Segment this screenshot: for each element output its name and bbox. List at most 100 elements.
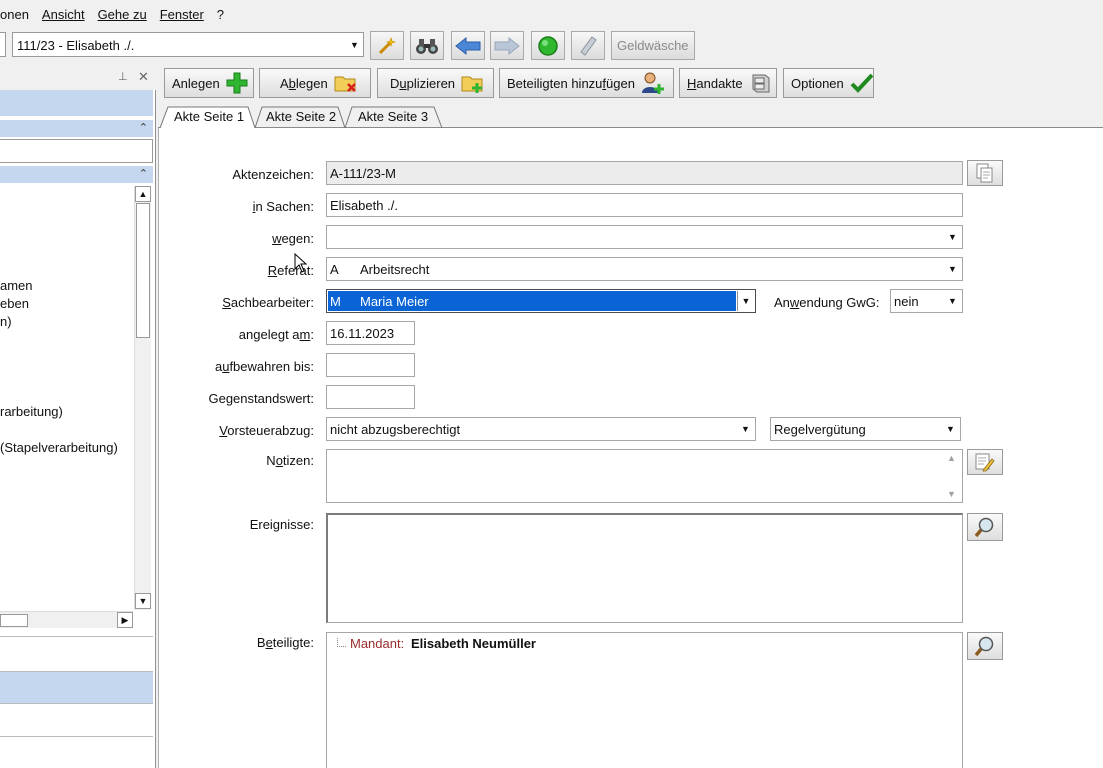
collapse-icon[interactable]: ⌃ bbox=[139, 121, 148, 134]
gwg-dropdown[interactable]: nein ▼ bbox=[890, 289, 963, 313]
anlegen-label: Anlegen bbox=[172, 75, 220, 91]
case-selector[interactable] bbox=[0, 32, 6, 57]
green-circle-icon bbox=[538, 35, 558, 56]
phone-icon bbox=[580, 35, 597, 56]
menu-item-optionen[interactable]: onen bbox=[0, 7, 29, 22]
phone-button[interactable] bbox=[571, 31, 605, 60]
arrow-right-icon bbox=[494, 36, 520, 55]
back-button[interactable] bbox=[451, 31, 485, 60]
chevron-down-icon[interactable]: ▼ bbox=[942, 419, 959, 439]
tab-akte-seite-2[interactable]: Akte Seite 2 bbox=[266, 104, 336, 128]
close-icon[interactable]: ✕ bbox=[138, 69, 149, 85]
geldwaesche-button[interactable]: Geldwäsche bbox=[611, 31, 695, 60]
pin-icon[interactable]: ⊥ bbox=[118, 70, 128, 83]
ereignisse-search-button[interactable] bbox=[967, 513, 1003, 541]
search-binoculars-button[interactable] bbox=[410, 31, 444, 60]
beteiligte-label: Beteiligte: bbox=[256, 635, 314, 650]
selected-item-band[interactable] bbox=[0, 672, 153, 703]
notizen-textarea[interactable]: ▲ ▼ bbox=[326, 449, 963, 503]
list-item[interactable]: n) bbox=[0, 314, 12, 329]
vertical-scrollbar[interactable]: ▲ ▼ bbox=[134, 186, 151, 610]
divider bbox=[0, 736, 153, 737]
tree-connector bbox=[337, 638, 346, 647]
ablegen-button[interactable]: Ablegen bbox=[259, 68, 371, 98]
optionen-button[interactable]: Optionen bbox=[783, 68, 874, 98]
divider bbox=[0, 703, 153, 704]
status-button[interactable] bbox=[531, 31, 565, 60]
handakte-label: Handakte bbox=[687, 75, 743, 91]
panel-search-input[interactable] bbox=[0, 139, 153, 163]
notizen-scrollbar[interactable]: ▲ ▼ bbox=[945, 450, 962, 502]
binoculars-icon bbox=[416, 38, 438, 54]
list-item[interactable]: (Stapelverarbeitung) bbox=[0, 440, 118, 455]
menu-item-ansicht[interactable]: Ansicht bbox=[42, 7, 85, 22]
panel-header: ⊥ ✕ bbox=[0, 66, 156, 90]
scroll-thumb[interactable] bbox=[0, 614, 28, 627]
edit-notes-button[interactable] bbox=[967, 449, 1003, 475]
section-header-1[interactable]: ⌃ bbox=[0, 120, 153, 137]
chevron-down-icon[interactable]: ▼ bbox=[944, 259, 961, 279]
chevron-down-icon[interactable]: ▼ bbox=[737, 291, 754, 311]
list-item[interactable]: rarbeitung) bbox=[0, 404, 63, 419]
scroll-down-icon[interactable]: ▼ bbox=[135, 593, 151, 609]
tab-akte-seite-1[interactable]: Akte Seite 1 bbox=[174, 104, 244, 128]
menu-item-gehe-zu-label: Gehe zu bbox=[97, 6, 147, 22]
panel-title-band bbox=[0, 90, 153, 116]
gwg-value: nein bbox=[894, 294, 919, 309]
referat-code: A bbox=[330, 262, 339, 277]
tab-akte-seite-3[interactable]: Akte Seite 3 bbox=[358, 104, 428, 128]
sachbearbeiter-dropdown[interactable]: M Maria Meier ▼ bbox=[326, 289, 756, 313]
aufbewahren-date-field[interactable] bbox=[326, 353, 415, 377]
gwg-label: Anwendung GwG: bbox=[774, 295, 880, 310]
chevron-down-icon[interactable]: ▼ bbox=[346, 33, 363, 56]
aktenzeichen-field[interactable]: A-111/23-M bbox=[326, 161, 963, 185]
menu-item-fenster[interactable]: Fenster bbox=[160, 7, 204, 22]
section-header-2[interactable]: ⌃ bbox=[0, 166, 153, 183]
notizen-label: Notizen: bbox=[266, 453, 314, 468]
beteiligte-search-button[interactable] bbox=[967, 632, 1003, 660]
handakte-button[interactable]: Handakte bbox=[679, 68, 777, 98]
scroll-thumb[interactable] bbox=[136, 203, 150, 338]
chevron-down-icon[interactable]: ▼ bbox=[944, 227, 961, 247]
wegen-dropdown[interactable]: ▼ bbox=[326, 225, 963, 249]
beteiligten-hinzufuegen-button[interactable]: Beteiligten hinzufügen bbox=[499, 68, 674, 98]
list-item[interactable]: eben bbox=[0, 296, 29, 311]
wand-button[interactable] bbox=[370, 31, 404, 60]
collapse-icon[interactable]: ⌃ bbox=[139, 167, 148, 180]
insachen-field[interactable]: Elisabeth ./. bbox=[326, 193, 963, 217]
scroll-right-icon[interactable]: ▶ bbox=[117, 612, 133, 628]
vorsteuer-label: Vorsteuerabzug: bbox=[219, 423, 314, 438]
chevron-down-icon[interactable]: ▼ bbox=[737, 419, 754, 439]
angelegt-label: angelegt am: bbox=[238, 327, 314, 342]
scroll-down-icon[interactable]: ▼ bbox=[947, 489, 956, 499]
horizontal-scrollbar[interactable]: ▶ bbox=[0, 611, 133, 628]
add-person-icon bbox=[641, 72, 664, 94]
ereignisse-list[interactable] bbox=[326, 513, 963, 623]
divider bbox=[0, 636, 153, 637]
case-combo[interactable]: 111/23 - Elisabeth ./. ▼ bbox=[12, 32, 364, 57]
anlegen-button[interactable]: Anlegen bbox=[164, 68, 254, 98]
chevron-down-icon[interactable]: ▼ bbox=[944, 291, 961, 311]
beteiligten-label: Beteiligten hinzufügen bbox=[507, 75, 635, 91]
vorsteuer-dropdown[interactable]: nicht abzugsberechtigt ▼ bbox=[326, 417, 756, 441]
verguetung-dropdown[interactable]: Regelvergütung ▼ bbox=[770, 417, 961, 441]
referat-dropdown[interactable]: A Arbeitsrecht ▼ bbox=[326, 257, 963, 281]
menu-item-ansicht-label: Ansicht bbox=[41, 6, 85, 22]
angelegt-date-field[interactable]: 16.11.2023 bbox=[326, 321, 415, 345]
beteiligte-name[interactable]: Elisabeth Neumüller bbox=[411, 636, 536, 651]
beteiligte-tree[interactable]: Mandant: Elisabeth Neumüller bbox=[326, 632, 963, 768]
gegenstandswert-field[interactable] bbox=[326, 385, 415, 409]
forward-button[interactable] bbox=[490, 31, 524, 60]
verguetung-value: Regelvergütung bbox=[774, 422, 866, 437]
duplizieren-button[interactable]: Duplizieren bbox=[377, 68, 494, 98]
menu-item-fenster-label: Fenster bbox=[159, 6, 204, 22]
copy-button[interactable] bbox=[967, 160, 1003, 186]
menu-item-help[interactable]: ? bbox=[217, 7, 224, 22]
referat-value: Arbeitsrecht bbox=[360, 262, 430, 277]
scroll-up-icon[interactable]: ▲ bbox=[947, 453, 956, 463]
mouse-cursor-icon bbox=[294, 253, 308, 273]
menu-item-gehe-zu[interactable]: Gehe zu bbox=[98, 7, 147, 22]
list-item[interactable]: amen bbox=[0, 278, 33, 293]
folder-remove-icon bbox=[334, 76, 356, 92]
scroll-up-icon[interactable]: ▲ bbox=[135, 186, 151, 202]
